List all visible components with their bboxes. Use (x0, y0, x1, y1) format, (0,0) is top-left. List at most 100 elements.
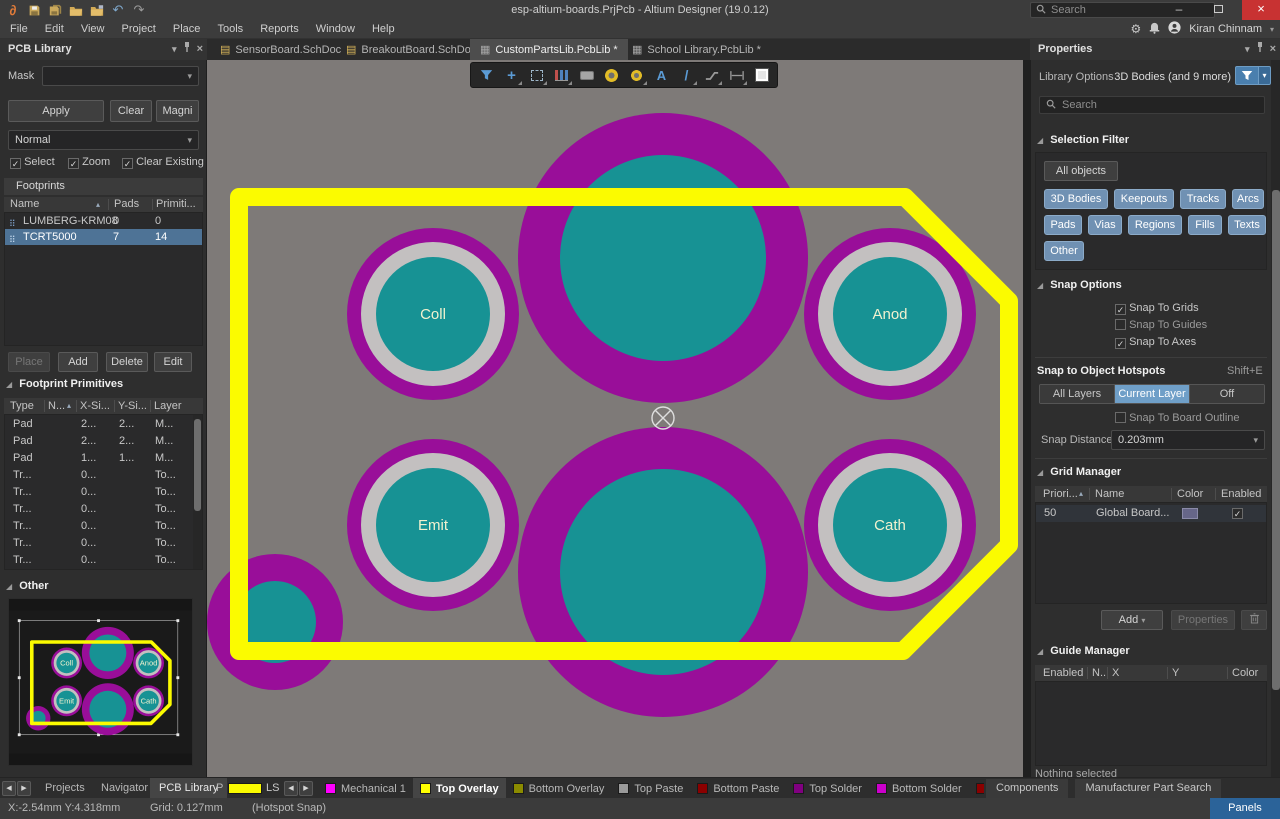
layer-set-label[interactable]: LS (266, 778, 279, 799)
via-icon[interactable] (625, 64, 648, 86)
select-checkbox[interactable]: ✓ Select (10, 156, 55, 169)
panel-tabs-scroll-right[interactable]: ▶ (17, 781, 31, 796)
pad-2-bottom[interactable] (518, 427, 808, 717)
primitive-row[interactable]: Pad2...2...M... (5, 416, 193, 433)
line-icon[interactable]: / (675, 64, 698, 86)
grid-properties-button[interactable]: Properties (1171, 610, 1235, 630)
menu-help[interactable]: Help (365, 20, 402, 38)
menu-reports[interactable]: Reports (253, 20, 306, 38)
grid-color-swatch[interactable] (1182, 508, 1198, 519)
guide-table-header[interactable]: Enabled N.. X Y Color (1035, 665, 1267, 681)
grid-row-global-board[interactable]: 50 Global Board... ✓ (1036, 505, 1266, 522)
menu-view[interactable]: View (74, 20, 112, 38)
segment-current-layer[interactable]: Current Layer (1115, 385, 1190, 403)
string-icon[interactable]: A (650, 64, 673, 86)
restore-button[interactable] (1198, 0, 1238, 20)
menu-window[interactable]: Window (309, 20, 362, 38)
layer-tab-drill-guide[interactable]: Drill Guide (969, 778, 984, 799)
close-button[interactable]: × (1242, 0, 1280, 20)
doc-tab-custompartslib[interactable]: ▦ CustomPartsLib.PcbLib * (470, 39, 628, 60)
primitive-row[interactable]: Pad1...1...M... (5, 450, 193, 467)
panel-tab-clipped[interactable]: P (216, 778, 228, 799)
filter-chip-pads[interactable]: Pads (1044, 215, 1082, 235)
edit-footprint-button[interactable]: Edit (154, 352, 192, 372)
mask-combo[interactable]: ▾ (42, 66, 199, 86)
pcb-canvas[interactable]: Coll Anod Emit Cath + A / (207, 60, 1023, 777)
menu-project[interactable]: Project (115, 20, 163, 38)
settings-gear-icon[interactable]: ⚙ (1130, 22, 1141, 36)
layer-tab-top-solder[interactable]: Top Solder (786, 778, 869, 799)
clear-existing-checkbox[interactable]: ✓ Clear Existing (122, 156, 204, 169)
layer-tab-top-overlay[interactable]: Top Overlay (413, 778, 506, 799)
panel-close-icon[interactable]: × (1270, 39, 1276, 60)
place-button[interactable]: Place (8, 352, 50, 372)
apply-button[interactable]: Apply (8, 100, 104, 122)
canvas-scrollbar[interactable] (1023, 60, 1030, 777)
panels-button[interactable]: Panels (1210, 798, 1280, 819)
layer-tab-bottom-overlay[interactable]: Bottom Overlay (506, 778, 612, 799)
panel-tabs-scroll-left[interactable]: ◀ (2, 781, 16, 796)
pad-corner[interactable] (207, 554, 343, 690)
filter-scope-label[interactable]: 3D Bodies (and 9 more) (1103, 71, 1231, 83)
dimension-icon[interactable] (725, 64, 748, 86)
mode-combo[interactable]: Normal▾ (8, 130, 199, 150)
primitive-row[interactable]: Tr...0...To... (5, 535, 193, 552)
primitive-row[interactable]: Pad2...2...M... (5, 433, 193, 450)
layer-tab-bottom-paste[interactable]: Bottom Paste (690, 778, 786, 799)
notifications-bell-icon[interactable] (1149, 22, 1160, 37)
footprint-row-lumberg[interactable]: ⣶ LUMBERG-KRM08 0 0 (5, 213, 202, 229)
panel-dropdown-icon[interactable]: ▾ (172, 39, 177, 60)
snap-options-section[interactable]: ◢ Snap Options (1037, 279, 1122, 291)
layer-scroll-right[interactable]: ▶ (299, 781, 313, 796)
grid-add-button[interactable]: Add ▾ (1101, 610, 1163, 630)
filter-chip-3d-bodies[interactable]: 3D Bodies (1044, 189, 1108, 209)
grid-delete-button[interactable] (1241, 610, 1267, 630)
add-footprint-button[interactable]: Add (58, 352, 98, 372)
current-layer-swatch[interactable] (228, 783, 262, 794)
doc-tab-breakoutboard[interactable]: ▤ BreakoutBoard.SchDoc (336, 39, 486, 60)
route-icon[interactable] (700, 64, 723, 86)
filter-chip-texts[interactable]: Texts (1228, 215, 1266, 235)
primitive-row[interactable]: Tr...0...To... (5, 501, 193, 518)
fill-icon[interactable] (750, 64, 773, 86)
filter-chip-other[interactable]: Other (1044, 241, 1084, 261)
footprint-preview[interactable]: Coll Anod Emit Cath (8, 598, 193, 766)
minimize-button[interactable]: – (1160, 0, 1198, 20)
pad-1-top[interactable] (518, 113, 808, 403)
snap-distance-combo[interactable]: 0.203mm▾ (1111, 430, 1265, 450)
layer-tab-top-paste[interactable]: Top Paste (611, 778, 690, 799)
magnify-button[interactable]: Magni (156, 100, 199, 122)
grid-enabled-checkbox[interactable]: ✓ (1232, 508, 1243, 519)
menu-tools[interactable]: Tools (210, 20, 250, 38)
move-icon[interactable]: + (500, 64, 523, 86)
primitive-row[interactable]: Tr...0...To... (5, 552, 193, 569)
segment-off[interactable]: Off (1190, 385, 1264, 403)
user-avatar[interactable] (1168, 21, 1181, 37)
guide-manager-section[interactable]: ◢ Guide Manager (1037, 645, 1130, 657)
primitive-row[interactable]: Tr...0...To... (5, 518, 193, 535)
place-array-icon[interactable] (550, 64, 573, 86)
select-area-icon[interactable] (525, 64, 548, 86)
filter-icon[interactable] (475, 64, 498, 86)
selection-filter-section[interactable]: ◢ Selection Filter (1037, 134, 1129, 146)
snap-to-grids-checkbox[interactable]: ✓ Snap To Grids (1115, 302, 1199, 315)
panel-tab-projects[interactable]: Projects (36, 778, 94, 799)
properties-scrollbar[interactable] (1271, 60, 1280, 777)
primitive-row[interactable]: Tr...0...To... (5, 484, 193, 501)
account-caret-icon[interactable]: ▾ (1270, 25, 1274, 34)
layer-tab-mechanical-1[interactable]: Mechanical 1 (318, 778, 413, 799)
filter-chip-regions[interactable]: Regions (1128, 215, 1182, 235)
doc-tab-school-library[interactable]: ▦ School Library.PcbLib * (622, 39, 771, 60)
layer-tab-bottom-solder[interactable]: Bottom Solder (869, 778, 969, 799)
filter-chip-keepouts[interactable]: Keepouts (1114, 189, 1174, 209)
panel-pin-icon[interactable] (1256, 39, 1264, 60)
snap-board-outline-checkbox[interactable]: Snap To Board Outline (1115, 412, 1240, 424)
pad-icon[interactable] (600, 64, 623, 86)
all-objects-button[interactable]: All objects (1044, 161, 1118, 181)
menu-edit[interactable]: Edit (38, 20, 71, 38)
filter-chip-fills[interactable]: Fills (1188, 215, 1222, 235)
filter-chip-vias[interactable]: Vias (1088, 215, 1122, 235)
primitive-row[interactable]: Tr...0...To... (5, 467, 193, 484)
grid-manager-section[interactable]: ◢ Grid Manager (1037, 466, 1121, 478)
footprint-row-tcrt5000[interactable]: ⣶ TCRT5000 7 14 (5, 229, 202, 245)
